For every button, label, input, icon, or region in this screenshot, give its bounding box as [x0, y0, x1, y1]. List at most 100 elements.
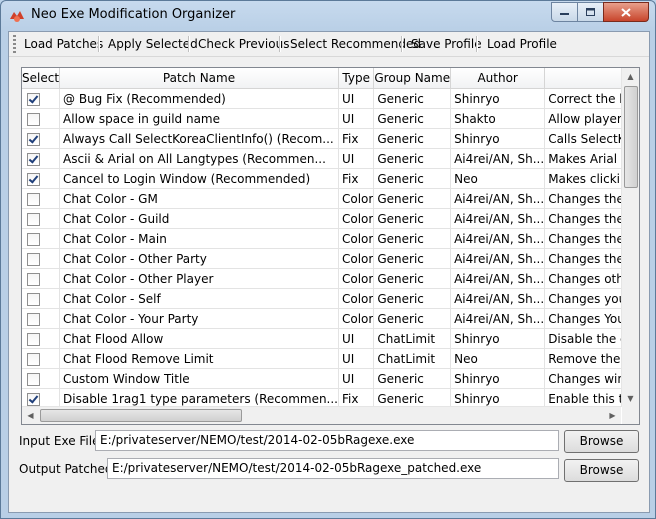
description-cell: Correct the b [544, 88, 621, 109]
apply-selected-button[interactable]: Apply Selected [106, 34, 200, 54]
select-checkbox[interactable] [27, 132, 40, 146]
select-cell[interactable] [22, 188, 61, 209]
table-row[interactable]: Chat Color - Self Color Generic Ai4rei/AN, … [22, 288, 621, 309]
select-cell[interactable] [22, 208, 61, 229]
select-checkbox[interactable] [27, 292, 40, 306]
select-checkbox[interactable] [27, 352, 40, 366]
minimize-button[interactable] [551, 2, 578, 22]
select-cell[interactable] [22, 148, 61, 169]
column-header-type[interactable]: Type [338, 68, 375, 89]
title-bar[interactable]: Neo Exe Modification Organizer [1, 1, 655, 31]
column-header-author[interactable]: Author [450, 68, 546, 89]
table-row[interactable]: Chat Color - Guild Color Generic Ai4rei/AN,… [22, 208, 621, 229]
select-checkbox[interactable] [27, 272, 40, 286]
input-browse-button[interactable]: Browse [564, 430, 639, 453]
select-cell[interactable] [22, 128, 61, 149]
vertical-scrollbar[interactable]: ▲ ▼ [621, 68, 639, 407]
input-exe-field[interactable]: E:/privateserver/NEMO/test/2014-02-05bRa… [95, 430, 559, 451]
table-row[interactable]: Chat Color - Other Party Color Generic Ai4r… [22, 248, 621, 269]
table-row[interactable]: Chat Color - Other Player Color Generic Ai4… [22, 268, 621, 289]
patch-name-cell: Chat Color - GM [59, 188, 339, 209]
select-cell[interactable] [22, 268, 61, 289]
patch-name-cell: @ Bug Fix (Recommended) [59, 88, 339, 109]
group-name-cell: Generic [373, 128, 452, 149]
scroll-down-icon[interactable]: ▼ [623, 391, 638, 406]
description-cell: Changes the [544, 188, 621, 209]
select-checkbox[interactable] [27, 192, 40, 206]
maximize-icon [586, 8, 595, 16]
patch-name-cell: Ascii & Arial on All Langtypes (Recommen… [59, 148, 339, 169]
app-icon [9, 9, 25, 23]
table-row[interactable]: @ Bug Fix (Recommended) UI Generic Shinryo C… [22, 88, 621, 109]
author-cell: Shinryo [450, 328, 546, 349]
scrollbar-corner [622, 407, 639, 424]
type-cell: Fix [338, 128, 375, 149]
column-header-group-name[interactable]: Group Name [373, 68, 452, 89]
scroll-up-icon[interactable]: ▲ [623, 69, 638, 84]
select-checkbox[interactable] [27, 172, 40, 186]
select-cell[interactable] [22, 328, 61, 349]
close-icon [621, 7, 631, 17]
description-cell: Changes you [544, 288, 621, 309]
type-cell: Color [338, 288, 375, 309]
load-patches-button[interactable]: Load Patches [22, 34, 105, 54]
column-header-patch-name[interactable]: Patch Name [59, 68, 339, 89]
toolbar-grip[interactable] [13, 35, 16, 53]
author-cell: Ai4rei/AN, Sh... [450, 228, 546, 249]
maximize-button[interactable] [577, 2, 604, 22]
column-header-description[interactable] [544, 68, 621, 89]
select-cell[interactable] [22, 288, 61, 309]
table-row[interactable]: Ascii & Arial on All Langtypes (Recommen… [22, 148, 621, 169]
table-row[interactable]: Chat Color - GM Color Generic Ai4rei/AN, Sh… [22, 188, 621, 209]
type-cell: UI [338, 368, 375, 389]
group-name-cell: Generic [373, 108, 452, 129]
select-cell[interactable] [22, 88, 61, 109]
table-row[interactable]: Custom Window Title UI Generic Shinryo Chang… [22, 368, 621, 389]
select-cell[interactable] [22, 228, 61, 249]
select-checkbox[interactable] [27, 92, 40, 106]
scroll-left-icon[interactable]: ◀ [23, 408, 38, 423]
select-cell[interactable] [22, 108, 61, 129]
check-previous-button[interactable]: Check Previous [196, 34, 291, 54]
select-cell[interactable] [22, 388, 61, 407]
select-cell[interactable] [22, 308, 61, 329]
table-row[interactable]: Always Call SelectKoreaClientInfo() (Rec… [22, 128, 621, 149]
table-row[interactable]: Cancel to Login Window (Recommended) Fix G… [22, 168, 621, 189]
select-checkbox[interactable] [27, 152, 40, 166]
group-name-cell: Generic [373, 208, 452, 229]
table-row[interactable]: Chat Color - Your Party Color Generic Ai4re… [22, 308, 621, 329]
patch-name-cell: Chat Color - Your Party [59, 308, 339, 329]
table-row[interactable]: Chat Flood Remove Limit UI ChatLimit Neo Rem… [22, 348, 621, 369]
column-header-select[interactable]: Select [22, 68, 61, 89]
table-row[interactable]: Disable 1rag1 type parameters (Recommen.… [22, 388, 621, 407]
table-row[interactable]: Allow space in guild name UI Generic Shakto… [22, 108, 621, 129]
description-cell: Changes oth [544, 268, 621, 289]
select-cell[interactable] [22, 168, 61, 189]
horizontal-scroll-thumb[interactable] [40, 409, 242, 422]
table-row[interactable]: Chat Color - Main Color Generic Ai4rei/AN, … [22, 228, 621, 249]
select-checkbox[interactable] [27, 212, 40, 226]
input-exe-label: Input Exe File: [19, 434, 104, 448]
load-profile-button[interactable]: Load Profile [485, 34, 559, 54]
select-checkbox[interactable] [27, 312, 40, 326]
close-button[interactable] [603, 2, 649, 22]
vertical-scroll-thumb[interactable] [624, 86, 638, 188]
group-name-cell: Generic [373, 188, 452, 209]
author-cell: Neo [450, 168, 546, 189]
select-checkbox[interactable] [27, 252, 40, 266]
horizontal-scrollbar[interactable]: ◀ ▶ [22, 406, 621, 424]
scroll-right-icon[interactable]: ▶ [605, 408, 620, 423]
select-checkbox[interactable] [27, 332, 40, 346]
select-cell[interactable] [22, 348, 61, 369]
save-profile-button[interactable]: Save Profile [409, 34, 484, 54]
output-patched-field[interactable]: E:/privateserver/NEMO/test/2014-02-05bRa… [107, 458, 559, 479]
select-checkbox[interactable] [27, 232, 40, 246]
select-checkbox[interactable] [27, 372, 40, 386]
select-checkbox[interactable] [27, 392, 40, 406]
output-browse-button[interactable]: Browse [564, 459, 639, 482]
select-checkbox[interactable] [27, 112, 40, 126]
table-row[interactable]: Chat Flood Allow UI ChatLimit Shinryo Disabl… [22, 328, 621, 349]
select-cell[interactable] [22, 248, 61, 269]
select-cell[interactable] [22, 368, 61, 389]
type-cell: Color [338, 228, 375, 249]
